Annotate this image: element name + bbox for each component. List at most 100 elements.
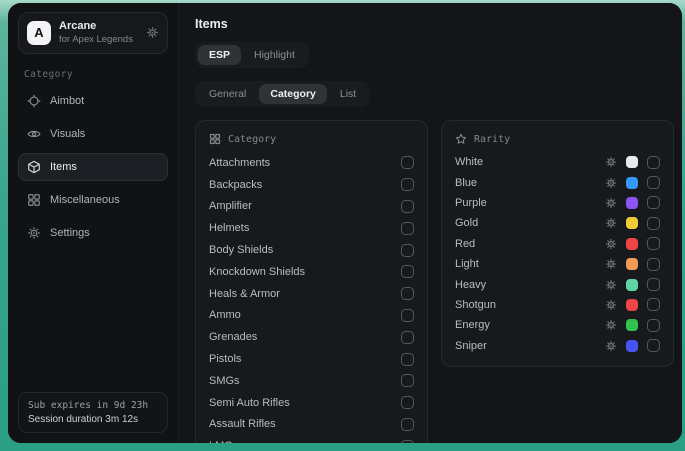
rarity-checkbox[interactable] [647,298,660,311]
rarity-checkbox[interactable] [647,258,660,271]
category-checkbox[interactable] [401,353,414,366]
app-logo: A [27,21,51,45]
rarity-checkbox[interactable] [647,156,660,169]
sidebar-section-label: Category [24,69,162,80]
category-checkbox[interactable] [401,331,414,344]
category-checkbox[interactable] [401,396,414,409]
category-checkbox[interactable] [401,178,414,191]
gear-icon[interactable] [605,217,617,229]
gear-icon[interactable] [146,26,159,39]
gear-icon[interactable] [605,340,617,352]
gear-icon[interactable] [605,319,617,331]
gear-icon[interactable] [605,299,617,311]
rarity-row: White [455,152,660,172]
category-row: Semi Auto Rifles [209,392,414,414]
gear-icon[interactable] [605,177,617,189]
sidebar-item-label: Settings [50,227,90,239]
rarity-item-label: Energy [455,319,605,331]
gear-icon[interactable] [605,238,617,250]
toggle-esp[interactable]: ESP [198,45,241,65]
gear-icon[interactable] [605,258,617,270]
category-checkbox[interactable] [401,265,414,278]
category-panel-header: Category [209,133,414,145]
rarity-checkbox[interactable] [647,237,660,250]
category-checkbox[interactable] [401,200,414,213]
rarity-item-label: Shotgun [455,299,605,311]
category-item-label: SMGs [209,375,401,387]
category-row: Pistols [209,348,414,370]
eye-icon [27,127,41,141]
color-swatch[interactable] [626,177,638,189]
color-swatch[interactable] [626,156,638,168]
category-checkbox[interactable] [401,244,414,257]
category-checkbox[interactable] [401,440,414,443]
category-panel-title: Category [228,134,276,145]
rarity-item-label: Gold [455,217,605,229]
color-swatch[interactable] [626,299,638,311]
color-swatch[interactable] [626,238,638,250]
category-row: Amplifier [209,196,414,218]
category-checkbox[interactable] [401,287,414,300]
tab-general[interactable]: General [198,84,257,104]
category-row: Ammo [209,305,414,327]
sidebar-nav: Aimbot Visuals Items [8,87,178,247]
color-swatch[interactable] [626,197,638,209]
color-swatch[interactable] [626,340,638,352]
sidebar-item-label: Visuals [50,128,85,140]
color-swatch[interactable] [626,217,638,229]
rarity-checkbox[interactable] [647,319,660,332]
rarity-checkbox[interactable] [647,196,660,209]
category-item-label: Backpacks [209,179,401,191]
category-row: Attachments [209,152,414,174]
category-row: Grenades [209,326,414,348]
grid-icon [209,133,221,145]
rarity-item-label: Blue [455,177,605,189]
sidebar-item-miscellaneous[interactable]: Miscellaneous [18,186,168,214]
category-checkbox[interactable] [401,418,414,431]
sidebar-spacer [8,247,178,392]
sidebar-item-label: Items [50,161,77,173]
main-content: Items ESP Highlight General Category Lis… [179,3,682,443]
gear-icon[interactable] [605,197,617,209]
category-checkbox[interactable] [401,309,414,322]
rarity-checkbox[interactable] [647,217,660,230]
brand-text: Arcane for Apex Legends [59,20,138,46]
rarity-item-label: Light [455,258,605,270]
category-row: Body Shields [209,239,414,261]
category-checkbox[interactable] [401,374,414,387]
sidebar-item-aimbot[interactable]: Aimbot [18,87,168,115]
sidebar-item-settings[interactable]: Settings [18,219,168,247]
gear-icon[interactable] [605,279,617,291]
tab-list[interactable]: List [329,84,367,104]
category-item-label: Body Shields [209,244,401,256]
mode-toggle: ESP Highlight [195,42,309,68]
crosshair-icon [27,94,41,108]
sidebar-item-items[interactable]: Items [18,153,168,181]
sidebar-item-label: Miscellaneous [50,194,120,206]
rarity-list: White Blue Purple [455,152,660,356]
rarity-panel: Rarity White Blue Purple [441,120,674,367]
color-swatch[interactable] [626,258,638,270]
category-row: Helmets [209,217,414,239]
color-swatch[interactable] [626,319,638,331]
rarity-checkbox[interactable] [647,339,660,352]
sidebar-item-visuals[interactable]: Visuals [18,120,168,148]
rarity-checkbox[interactable] [647,278,660,291]
category-item-label: Grenades [209,331,401,343]
rarity-checkbox[interactable] [647,176,660,189]
category-row: LMGs [209,435,414,443]
category-item-label: Ammo [209,309,401,321]
color-swatch[interactable] [626,279,638,291]
tab-category[interactable]: Category [259,84,327,104]
desktop-background: { "sidebar": { "brand": { "logo_letter":… [0,0,685,451]
sidebar-item-label: Aimbot [50,95,84,107]
box-icon [27,160,41,174]
rarity-row: Gold [455,213,660,233]
category-checkbox[interactable] [401,156,414,169]
gear-icon[interactable] [605,156,617,168]
rarity-panel-title: Rarity [474,134,510,145]
category-checkbox[interactable] [401,222,414,235]
category-row: Backpacks [209,174,414,196]
toggle-highlight[interactable]: Highlight [243,45,306,65]
tab-bar: General Category List [195,81,370,107]
